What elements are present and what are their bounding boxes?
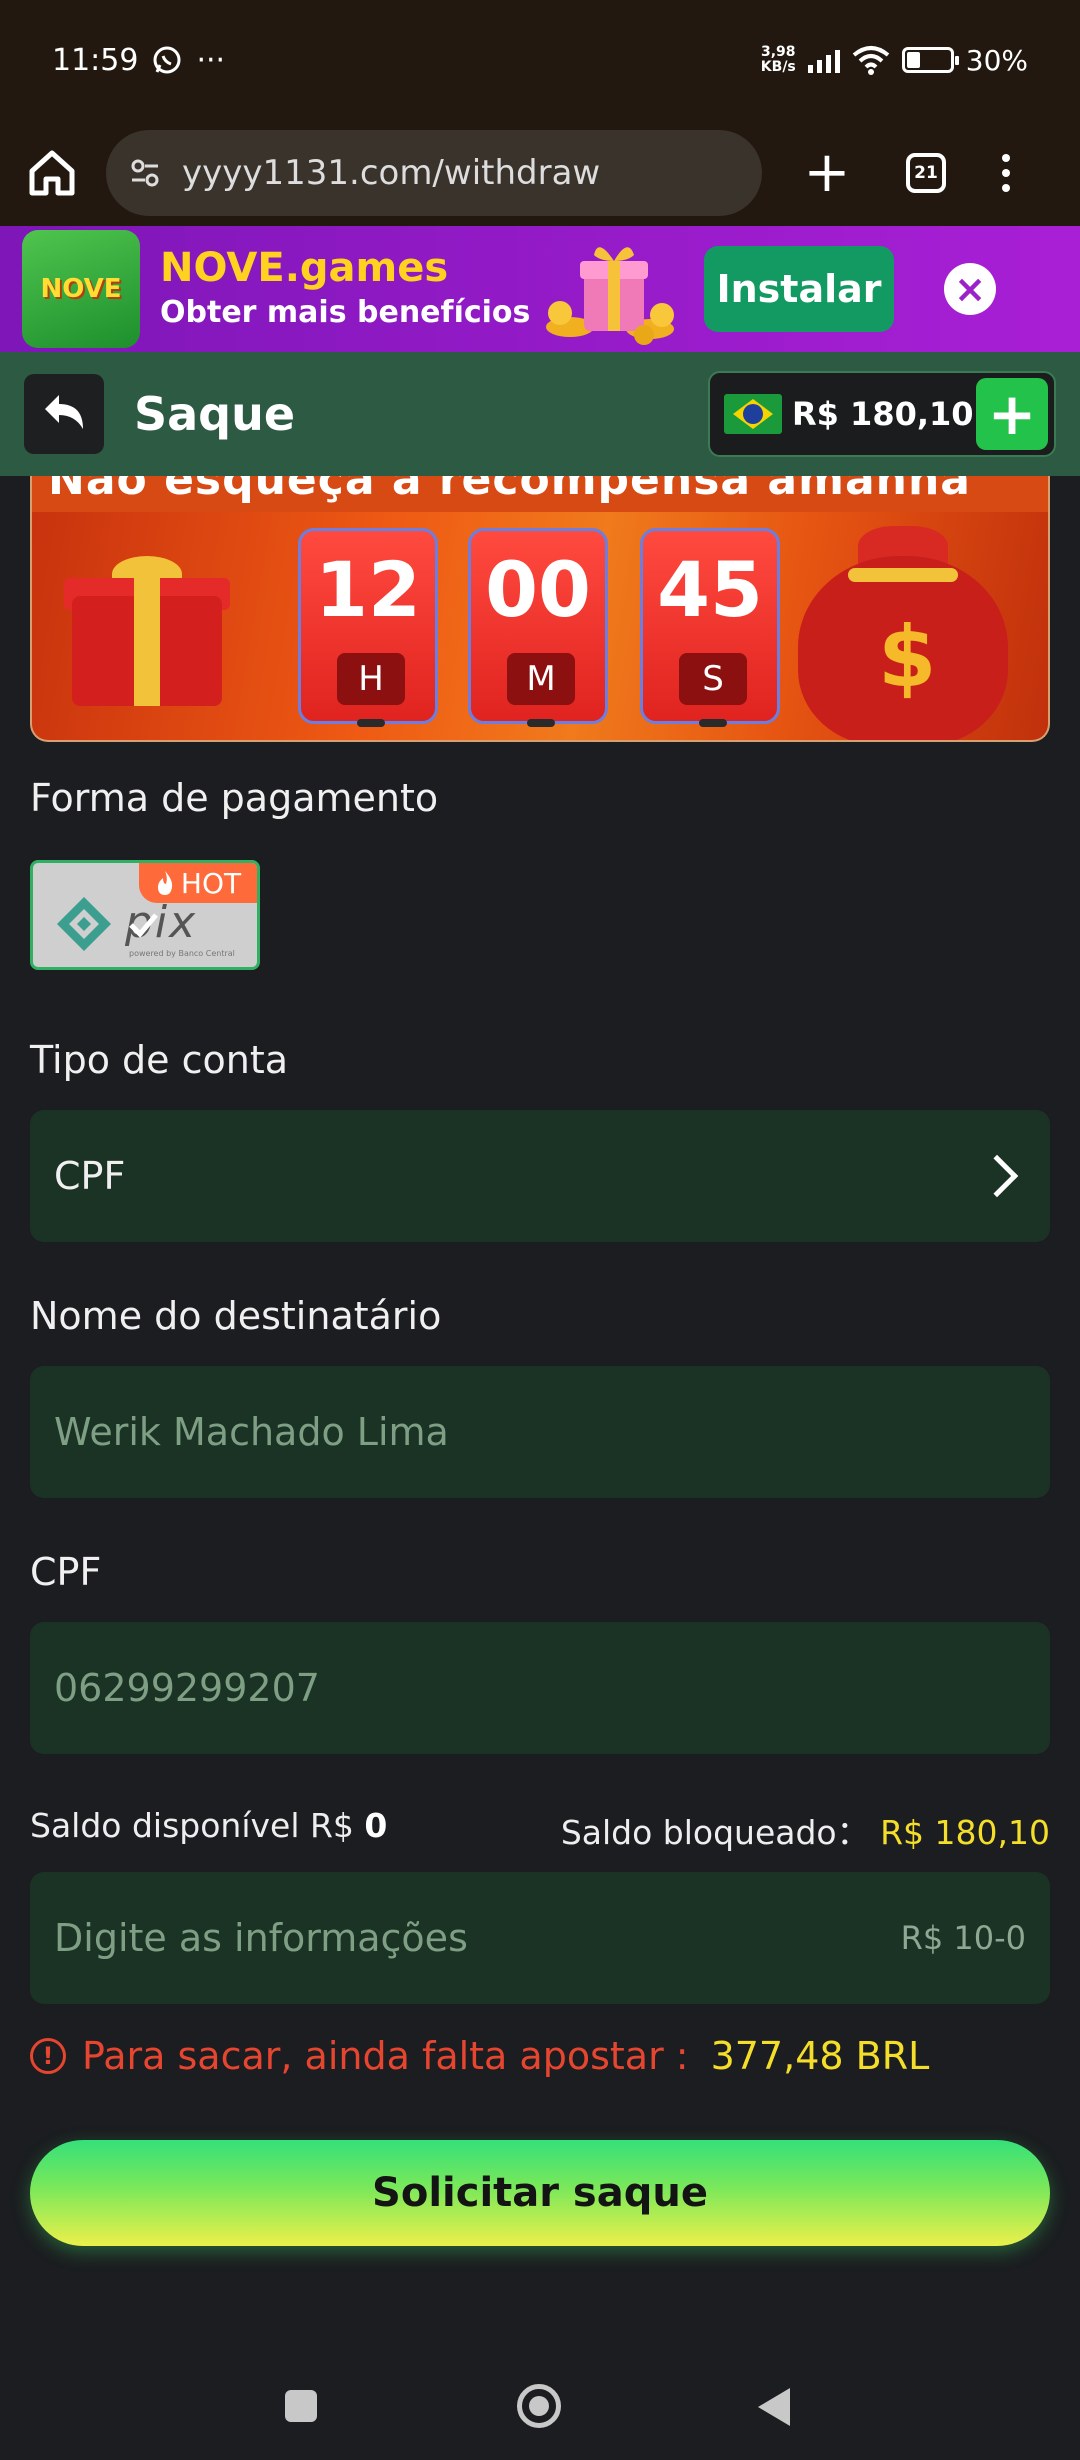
- address-bar[interactable]: yyyy1131.com/withdraw: [106, 130, 762, 216]
- blocked-balance: Saldo bloqueado： R$ 180,10: [560, 1813, 1050, 1852]
- cpf-field[interactable]: 06299299207: [30, 1622, 1050, 1754]
- recipient-label: Nome do destinatário: [30, 1294, 442, 1338]
- timer-minutes: 00 M: [468, 528, 608, 727]
- withdraw-amount-input[interactable]: Digite as informações R$ 10-0: [30, 1872, 1050, 2004]
- pix-logo-icon: [57, 897, 111, 951]
- app-name: NOVE.games: [160, 245, 449, 291]
- new-tab-button[interactable]: +: [802, 145, 852, 201]
- warning-text: Para sacar, ainda falta apostar :: [82, 2034, 689, 2078]
- money-bag-icon: $: [778, 516, 1018, 740]
- cpf-value: 06299299207: [54, 1666, 320, 1710]
- wager-warning: ! Para sacar, ainda falta apostar : 377,…: [30, 2034, 929, 2078]
- whatsapp-icon: [153, 46, 181, 74]
- tab-count: 21: [914, 163, 938, 183]
- status-bar: 11:59 ··· 3,98 KB/s 30%: [0, 0, 1080, 120]
- gift-coins-icon: [546, 247, 674, 345]
- url-text: yyyy1131.com/withdraw: [182, 153, 601, 193]
- banner-subtitle: Obter mais benefícios: [160, 295, 531, 330]
- warning-amount: 377,48 BRL: [710, 2034, 930, 2078]
- pix-subtext: powered by Banco Central: [129, 949, 235, 958]
- promo-strip-text: Não esqueça a recompensa amanhã: [48, 476, 971, 505]
- account-type-value: CPF: [54, 1154, 126, 1198]
- recipient-name-value: Werik Machado Lima: [54, 1410, 449, 1454]
- recents-icon[interactable]: [285, 2390, 317, 2422]
- request-withdraw-button[interactable]: Solicitar saque: [30, 2140, 1050, 2246]
- account-type-label: Tipo de conta: [30, 1038, 289, 1082]
- system-nav-bar: [0, 2360, 1080, 2460]
- clock: 11:59: [52, 42, 139, 78]
- pix-payment-option[interactable]: pix powered by Banco Central HOT: [30, 860, 260, 970]
- timer-seconds: 45 S: [640, 528, 780, 727]
- amount-range: R$ 10-0: [900, 1919, 1026, 1957]
- app-header: Saque R$ 180,10 +: [0, 352, 1080, 476]
- amount-placeholder: Digite as informações: [54, 1916, 468, 1960]
- home-icon[interactable]: [26, 147, 78, 199]
- available-balance: Saldo disponível R$ 0: [30, 1806, 388, 1845]
- page-title: Saque: [134, 387, 296, 441]
- more-dots-icon: ···: [196, 42, 226, 78]
- brazil-flag-icon: [724, 394, 782, 434]
- promo-strip: Não esqueça a recompensa amanhã: [32, 476, 1048, 512]
- fire-icon: [157, 871, 173, 895]
- wifi-icon: [852, 46, 890, 75]
- battery-icon: [901, 47, 959, 73]
- close-banner-icon[interactable]: ×: [944, 263, 996, 315]
- back-button[interactable]: [24, 374, 104, 454]
- deposit-plus-button[interactable]: +: [976, 378, 1048, 450]
- browser-toolbar: yyyy1131.com/withdraw + 21: [0, 120, 1080, 226]
- selected-check-icon: [129, 913, 158, 938]
- cpf-label: CPF: [30, 1550, 102, 1594]
- back-arrow-icon: [45, 395, 83, 429]
- gift-box-icon: [64, 556, 252, 706]
- recipient-name-field[interactable]: Werik Machado Lima: [30, 1366, 1050, 1498]
- header-balance: R$ 180,10: [792, 395, 974, 433]
- account-type-select[interactable]: CPF: [30, 1110, 1050, 1242]
- chevron-right-icon: [975, 1154, 1019, 1198]
- network-speed: 3,98 KB/s: [760, 44, 796, 75]
- home-nav-icon[interactable]: [517, 2384, 561, 2428]
- alert-icon: !: [30, 2038, 66, 2074]
- tab-switcher-button[interactable]: 21: [906, 153, 946, 193]
- payment-method-label: Forma de pagamento: [30, 776, 439, 820]
- install-banner: NOVE NOVE.games Obter mais benefícios In…: [0, 226, 1080, 352]
- site-settings-icon[interactable]: [130, 158, 160, 188]
- promo-banner[interactable]: Não esqueça a recompensa amanhã $ 12 H 0…: [30, 476, 1050, 742]
- signal-icon: [807, 47, 840, 73]
- browser-menu-icon[interactable]: [1002, 154, 1010, 192]
- balance-summary: Saldo disponível R$ 0 Saldo bloqueado： R…: [30, 1806, 1050, 1854]
- app-icon: NOVE: [22, 230, 140, 348]
- timer-hours: 12 H: [298, 528, 438, 727]
- install-button[interactable]: Instalar: [704, 246, 894, 332]
- hot-badge: HOT: [139, 863, 257, 903]
- back-nav-icon[interactable]: [758, 2388, 790, 2426]
- battery-percent: 30%: [965, 43, 1028, 77]
- balance-widget[interactable]: R$ 180,10 +: [708, 371, 1056, 457]
